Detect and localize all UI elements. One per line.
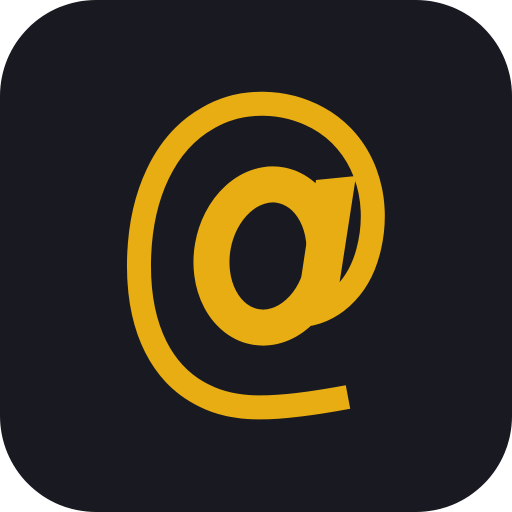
at-sign-icon bbox=[126, 91, 385, 420]
app-icon[interactable] bbox=[0, 0, 512, 512]
